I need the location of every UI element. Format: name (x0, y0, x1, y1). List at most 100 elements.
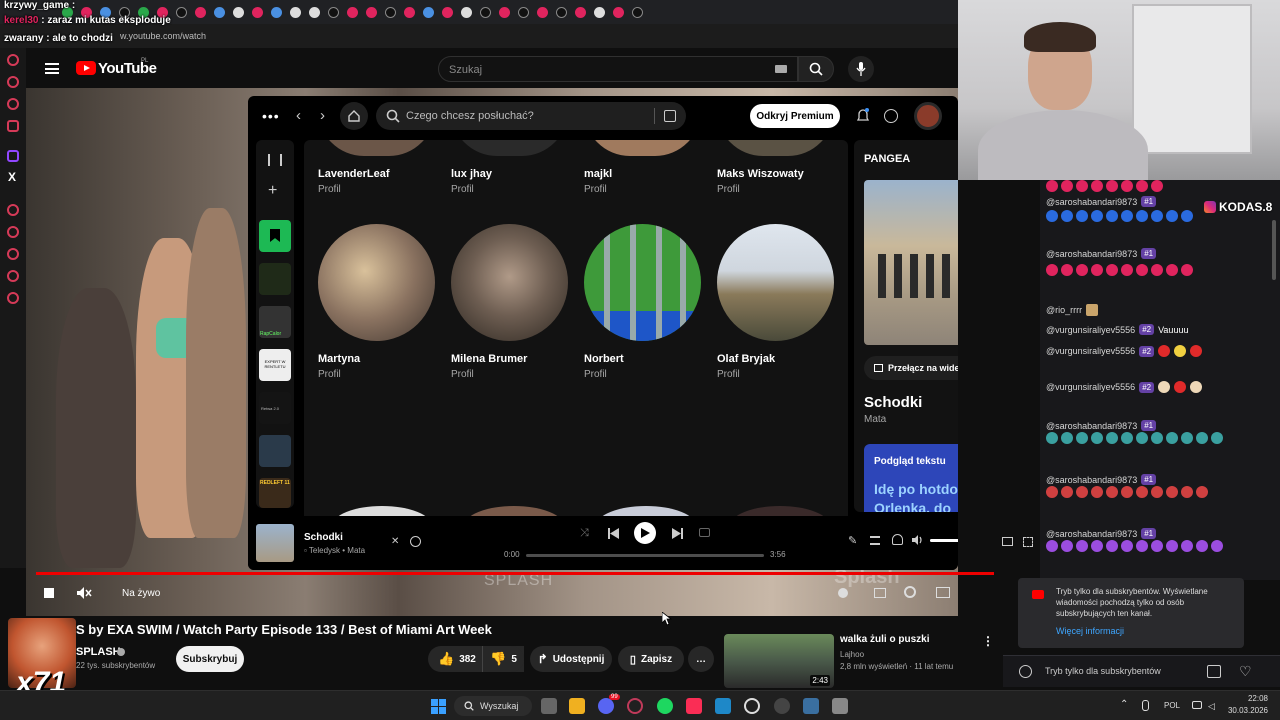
sidebar-app-icon[interactable] (7, 226, 19, 238)
tab-favicon[interactable] (328, 6, 339, 18)
profile-card[interactable]: Milena Brumer Profil (451, 224, 581, 380)
profile-card[interactable]: majkl Profil (584, 140, 714, 195)
task-view-icon[interactable] (541, 698, 557, 714)
mic-button[interactable] (848, 56, 874, 82)
miniplayer-icon[interactable] (936, 587, 950, 598)
tab-favicon[interactable] (366, 6, 377, 18)
sidebar-app-icon[interactable] (7, 98, 19, 110)
tab-favicon[interactable] (233, 6, 244, 18)
tab-favicon[interactable] (613, 6, 624, 18)
close-icon[interactable]: ✕ (391, 536, 399, 547)
menu-icon[interactable] (45, 63, 59, 74)
twitch-icon[interactable] (7, 150, 19, 162)
player-album-art[interactable] (256, 524, 294, 562)
sidebar-app-icon[interactable] (7, 54, 19, 66)
sidebar-app-icon[interactable] (7, 270, 19, 282)
video-progress-bar[interactable] (36, 572, 994, 575)
share-button[interactable]: ↱ Udostępnij (530, 646, 612, 672)
info-icon[interactable] (1019, 665, 1032, 678)
library-item[interactable]: Retwa 2.0 (259, 392, 291, 424)
add-icon[interactable]: + (268, 182, 277, 200)
search-input[interactable]: Szukaj (438, 56, 798, 82)
library-icon[interactable] (268, 154, 282, 166)
save-button[interactable]: ▯ Zapisz (618, 646, 684, 672)
browse-icon[interactable] (664, 110, 676, 122)
mute-icon[interactable] (76, 586, 92, 600)
tab-favicon[interactable] (195, 6, 206, 18)
tab-favicon[interactable] (518, 6, 529, 18)
library-item[interactable] (259, 435, 291, 467)
obs-icon[interactable] (774, 698, 790, 714)
tab-favicon[interactable] (480, 6, 491, 18)
windows-start-icon[interactable] (431, 699, 446, 714)
calculator-icon[interactable] (832, 698, 848, 714)
address-bar[interactable]: w.youtube.com/watch (0, 24, 958, 48)
recommended-channel[interactable]: Lajhoo (840, 650, 864, 659)
stop-icon[interactable] (44, 588, 54, 598)
youtube-logo-icon[interactable] (76, 61, 96, 75)
url-text[interactable]: w.youtube.com/watch (120, 31, 206, 41)
play-button[interactable] (634, 522, 656, 544)
chat-scrollbar[interactable] (1272, 220, 1276, 280)
file-explorer-icon[interactable] (569, 698, 585, 714)
tab-favicon[interactable] (176, 6, 187, 18)
heart-icon[interactable]: ♡ (1239, 663, 1252, 680)
repeat-icon[interactable] (699, 528, 710, 537)
volume-icon[interactable] (912, 535, 923, 545)
opera-icon[interactable] (627, 698, 643, 714)
network-icon[interactable] (1192, 701, 1202, 709)
volume-slider[interactable] (930, 539, 958, 542)
miniplayer-icon[interactable] (1002, 537, 1013, 546)
library-item[interactable]: RapCalor (259, 306, 291, 338)
pause-icon[interactable] (838, 588, 848, 598)
subscribe-button[interactable]: Subskrybuj (176, 646, 244, 672)
home-button[interactable] (340, 102, 368, 130)
spotify-icon[interactable] (657, 698, 673, 714)
profile-card[interactable]: lux jhay Profil (451, 140, 581, 195)
tab-favicon[interactable] (442, 6, 453, 18)
sidebar-app-icon[interactable] (7, 248, 19, 260)
taskbar-search[interactable]: Wyszukaj (454, 696, 532, 716)
sidebar-app-icon[interactable] (7, 204, 19, 216)
next-icon[interactable] (672, 528, 683, 539)
headphones-icon[interactable] (892, 534, 903, 545)
back-icon[interactable]: ‹ (296, 107, 301, 124)
panel-playlist-name[interactable]: PANGEA (864, 153, 910, 165)
tab-favicon[interactable] (575, 6, 586, 18)
previous-icon[interactable] (608, 528, 619, 539)
subtitles-icon[interactable] (874, 588, 886, 598)
settings-icon[interactable] (7, 292, 19, 304)
pencil-icon[interactable]: ✎ (848, 534, 857, 547)
queue-icon[interactable] (870, 536, 880, 545)
music-icon[interactable] (686, 698, 702, 714)
tab-favicon[interactable] (556, 6, 567, 18)
tray-chevron-icon[interactable]: ⌃ (1120, 699, 1128, 710)
x-icon[interactable]: X (8, 170, 16, 184)
live-label[interactable]: Na żywo (122, 588, 160, 599)
chat-input[interactable]: Tryb tylko dla subskrybentów ♡ (1003, 655, 1280, 687)
avatar[interactable] (914, 102, 942, 130)
friends-icon[interactable] (884, 109, 898, 123)
playback-progress-bar[interactable] (526, 554, 764, 557)
sidebar-app-icon[interactable] (7, 76, 19, 88)
library-item[interactable]: REDLEFT 11 (259, 478, 291, 508)
library-item[interactable] (259, 263, 291, 295)
more-options-icon[interactable]: ••• (262, 108, 280, 124)
more-vertical-icon[interactable]: ⋮ (982, 634, 994, 648)
tab-favicon[interactable] (499, 6, 510, 18)
tab-favicon[interactable] (632, 6, 643, 18)
photos-icon[interactable] (715, 698, 731, 714)
sidebar-app-icon[interactable] (7, 120, 19, 132)
shuffle-icon[interactable]: ⤨ (580, 527, 589, 540)
tab-favicon[interactable] (461, 6, 472, 18)
player-subtitle[interactable]: ▫ Teledysk • Mata (304, 546, 365, 555)
tab-favicon[interactable] (385, 6, 396, 18)
tab-favicon[interactable] (347, 6, 358, 18)
profile-card[interactable]: LavenderLeaf Profil (318, 140, 448, 195)
switch-to-video-button[interactable]: Przełącz na wideo (864, 356, 958, 380)
spotify-search-input[interactable]: Czego chcesz posłuchać? (376, 102, 686, 130)
app-icon[interactable] (744, 698, 760, 714)
panel-song-title[interactable]: Schodki (864, 394, 922, 411)
tab-favicon[interactable] (214, 6, 225, 18)
dislike-button[interactable]: 👎 5 (482, 646, 524, 672)
